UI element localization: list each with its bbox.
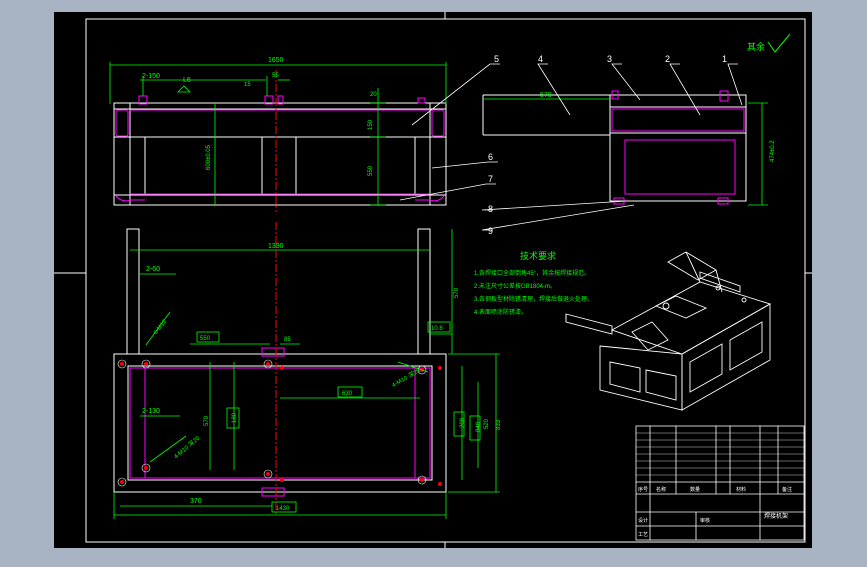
front-dim-20: 20 (370, 92, 377, 98)
roughness-label: 其余 (747, 41, 765, 52)
top-dim-200: 200 (460, 417, 466, 428)
balloon-2: 2 (665, 54, 670, 64)
top-dim-550: 550 (200, 336, 211, 342)
front-dim-550: 550 (368, 165, 374, 176)
top-dim-520: 520 (484, 418, 490, 429)
front-dim-left-small: L6 (183, 77, 191, 84)
balloon-8: 8 (488, 204, 493, 214)
top-dim-630: 630 (342, 391, 353, 397)
top-dim-833: 833 (496, 419, 502, 430)
tech-req-item-2: 2.未注尺寸公差按GB1804-m。 (474, 282, 556, 290)
top-dim-10-8: 10.8 (431, 326, 443, 332)
top-dim-2-130: 2-130 (142, 408, 160, 415)
top-dim-370: 370 (190, 498, 202, 505)
top-dim-570: 570 (454, 287, 460, 298)
tb-header-qty: 数量 (690, 486, 700, 493)
cad-drawing: 其余 1650 2-150 L6 15 55 20 150 550 600±0.… (54, 12, 812, 548)
balloon-7: 7 (488, 174, 493, 184)
balloon-4: 4 (538, 54, 543, 64)
tech-req-item-1: 1.各焊接口全部倒角45°，其余按焊接规范。 (474, 269, 590, 277)
balloon-1: 1 (722, 54, 727, 64)
tech-req-item-4: 4.表面喷涂防锈漆。 (474, 308, 527, 316)
top-dim-85: 85 (284, 337, 291, 343)
balloon-5: 5 (494, 54, 499, 64)
tb-sign-process: 工艺 (638, 532, 648, 538)
front-dim-total: 1650 (268, 57, 284, 64)
tb-drawing-name: 焊接机架 (764, 512, 788, 520)
top-dim-1390: 1390 (268, 243, 284, 250)
front-dim-height: 600±0.05 (206, 144, 212, 170)
balloon-3: 3 (607, 54, 612, 64)
tb-header-material: 材料 (736, 486, 746, 493)
front-dim-spacing: 2-150 (142, 73, 160, 80)
top-dim-570b: 570 (204, 415, 210, 426)
tb-sign-design: 设计 (638, 517, 648, 524)
front-dim-150: 150 (368, 119, 374, 130)
top-dim-840: 840 (476, 421, 482, 432)
side-dim-height: 474±0.2 (770, 140, 776, 162)
drawing-viewport[interactable]: 其余 1650 2-150 L6 15 55 20 150 550 600±0.… (0, 0, 867, 562)
tb-header-no: 序号 (638, 486, 648, 493)
top-dim-1430: 1430 (276, 506, 290, 512)
balloon-9: 9 (488, 226, 493, 236)
tb-header-name: 名称 (656, 486, 666, 493)
tb-header-remark: 备注 (782, 486, 792, 493)
tech-req-title: 技术要求 (520, 250, 556, 261)
tech-req-item-3: 3.各钢板型材除锈清理，焊接后做退火处理。 (474, 295, 593, 303)
side-dim-width: 570 (540, 92, 552, 99)
front-dim-center: 55 (272, 73, 279, 79)
top-dim-180: 180 (232, 412, 238, 423)
top-dim-2-60: 2-60 (146, 266, 160, 273)
front-dim-15: 15 (244, 82, 251, 88)
balloon-6: 6 (488, 152, 493, 162)
tb-sign-review: 审核 (700, 517, 710, 524)
